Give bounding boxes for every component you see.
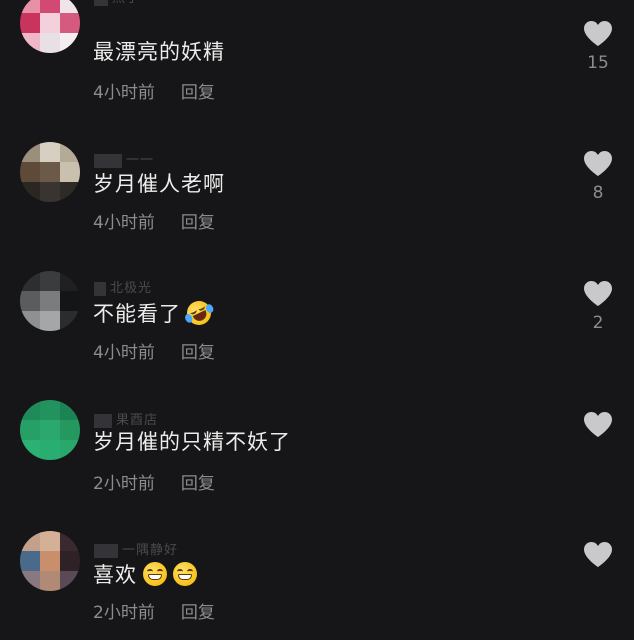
like-button[interactable]: 2	[578, 280, 618, 333]
username-mask	[94, 544, 118, 558]
username-text: 一一	[126, 153, 155, 168]
comment-text: 喜欢	[93, 559, 197, 589]
username-mask	[94, 154, 122, 168]
comment-text: 岁月催人老啊	[93, 168, 225, 198]
comment-body: 喜欢	[93, 563, 137, 587]
grin-emoji	[143, 562, 167, 586]
reply-button[interactable]: 回复	[181, 208, 215, 233]
comment-meta: 2小时前 回复	[93, 598, 215, 623]
like-button[interactable]: 8	[578, 150, 618, 203]
username-mask	[94, 282, 106, 296]
comment-meta: 2小时前 回复	[93, 469, 215, 494]
heart-icon	[584, 542, 612, 567]
comment-body: 不能看了	[93, 302, 181, 326]
avatar[interactable]	[20, 400, 80, 460]
comment-body: 岁月催的只精不妖了	[93, 430, 291, 454]
comment-meta: 4小时前 回复	[93, 338, 215, 363]
heart-icon	[584, 412, 612, 437]
username[interactable]: 一隅静好	[94, 542, 204, 560]
timestamp: 2小时前	[93, 603, 155, 623]
grin-emoji	[173, 562, 197, 586]
comment-body: 岁月催人老啊	[93, 172, 225, 196]
username-text: 北极光	[110, 281, 153, 296]
heart-icon	[584, 151, 612, 176]
like-button[interactable]	[578, 541, 618, 594]
heart-icon	[584, 281, 612, 306]
comment-text: 不能看了	[93, 297, 215, 329]
avatar[interactable]	[20, 531, 80, 591]
like-button[interactable]	[578, 411, 618, 464]
username-text: 一隅静好	[122, 543, 179, 558]
comment-meta: 4小时前 回复	[93, 208, 215, 233]
username[interactable]: 北极光	[94, 280, 204, 298]
timestamp: 4小时前	[93, 213, 155, 233]
comment-text: 岁月催的只精不妖了	[93, 426, 291, 456]
reply-button[interactable]: 回复	[181, 598, 215, 623]
like-count: 2	[592, 313, 604, 333]
comment-item[interactable]: 一隅静好 喜欢 2小时前 回复	[0, 0, 634, 623]
avatar[interactable]	[20, 271, 80, 331]
like-count: 8	[592, 183, 604, 203]
reply-button[interactable]: 回复	[181, 469, 215, 494]
reply-button[interactable]: 回复	[181, 338, 215, 363]
comment-list: 燕子最漂亮的妖精4小时前回复15一一岁月催人老啊4小时前回复8北极光不能看了4小…	[0, 0, 634, 640]
rolling-laugh-emoji	[183, 297, 215, 329]
avatar[interactable]	[20, 142, 80, 202]
timestamp: 2小时前	[93, 474, 155, 494]
timestamp: 4小时前	[93, 343, 155, 363]
